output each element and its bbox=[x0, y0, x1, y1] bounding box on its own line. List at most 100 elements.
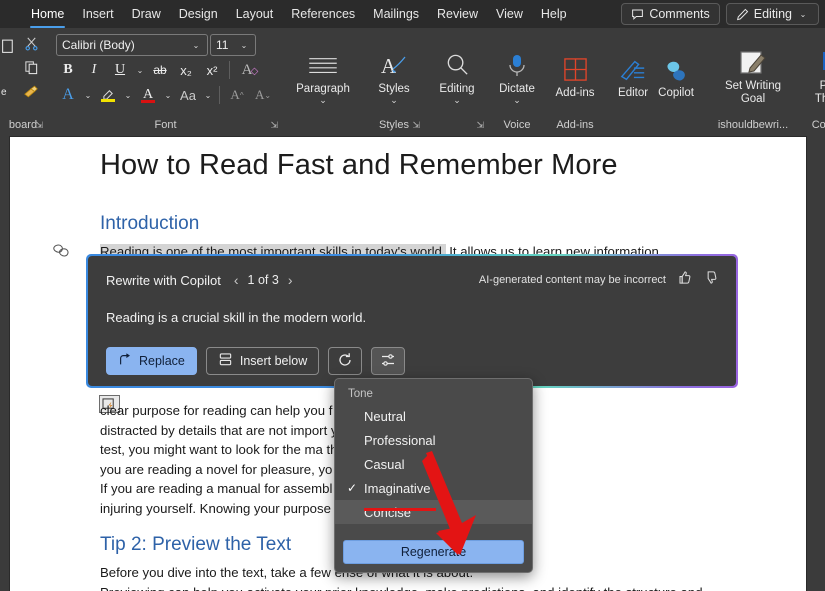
tab-design[interactable]: Design bbox=[170, 3, 227, 26]
strikethrough-button[interactable]: ab bbox=[148, 59, 172, 81]
insert-below-button[interactable]: Insert below bbox=[205, 347, 320, 375]
copilot-button[interactable]: Copilot bbox=[655, 49, 697, 100]
change-case-chevron-down-icon[interactable]: ⌄ bbox=[202, 91, 214, 100]
ribbon-group-power-thesaurus: Powe Thesau Comman bbox=[803, 28, 825, 133]
writing-goal-group-label: ishouldbewri... bbox=[717, 118, 789, 131]
tab-references[interactable]: References bbox=[282, 3, 364, 26]
thumbs-down-icon[interactable] bbox=[703, 270, 718, 290]
ribbon-group-editing: Editing ⌄ ⇲ bbox=[427, 28, 487, 133]
thumbs-up-icon[interactable] bbox=[677, 270, 692, 290]
text-effects-button[interactable]: A bbox=[56, 84, 80, 106]
ribbon-tab-strip: Home Insert Draw Design Layout Reference… bbox=[0, 0, 825, 28]
chevron-down-icon: ⌄ bbox=[453, 94, 461, 105]
comments-label: Comments bbox=[649, 7, 710, 21]
paste-button[interactable]: e bbox=[0, 32, 16, 98]
editing-mode-button[interactable]: Editing ⌄ bbox=[725, 3, 819, 25]
margin-copilot-icon[interactable] bbox=[51, 241, 70, 263]
replace-button[interactable]: Replace bbox=[106, 347, 197, 375]
styles-dialog-launcher[interactable]: ⇲ bbox=[412, 120, 420, 131]
text-effects-chevron-down-icon[interactable]: ⌄ bbox=[82, 91, 94, 100]
suggestion-pager: ‹ 1 of 3 › bbox=[234, 273, 293, 287]
tab-layout[interactable]: Layout bbox=[227, 3, 283, 26]
next-suggestion-icon[interactable]: › bbox=[288, 273, 293, 287]
word-window: Home Insert Draw Design Layout Reference… bbox=[0, 0, 825, 591]
paragraph-lines-icon bbox=[307, 49, 339, 83]
font-name-combobox[interactable]: Calibri (Body) ⌄ bbox=[56, 34, 208, 56]
chevron-down-icon: ⌄ bbox=[319, 94, 327, 105]
tab-view[interactable]: View bbox=[487, 3, 532, 26]
change-case-button[interactable]: Aa bbox=[176, 84, 200, 106]
dictate-button[interactable]: Dictate ⌄ bbox=[497, 45, 537, 104]
tone-option-label: Concise bbox=[364, 504, 411, 520]
addins-grid-icon bbox=[563, 53, 588, 87]
styles-label: Styles bbox=[378, 82, 410, 95]
power-thesaurus-label: Powe Thesau bbox=[814, 80, 825, 105]
ribbon-group-clipboard: e board ⇲ bbox=[0, 28, 46, 133]
highlight-chevron-down-icon[interactable]: ⌄ bbox=[122, 91, 134, 100]
previous-suggestion-icon[interactable]: ‹ bbox=[234, 273, 239, 287]
chevron-down-icon: ⌄ bbox=[799, 9, 807, 19]
microphone-icon bbox=[506, 49, 528, 83]
power-thesaurus-button[interactable]: Powe Thesau bbox=[809, 42, 825, 106]
superscript-button[interactable]: x² bbox=[200, 59, 224, 81]
divider bbox=[229, 61, 230, 79]
clipboard-dialog-launcher[interactable]: ⇲ bbox=[35, 120, 43, 131]
suggestion-counter: 1 of 3 bbox=[247, 273, 279, 287]
tone-settings-button[interactable] bbox=[371, 347, 406, 375]
tone-option-neutral[interactable]: Neutral bbox=[335, 404, 532, 428]
font-size-combobox[interactable]: 11 ⌄ bbox=[210, 34, 256, 56]
clear-formatting-button[interactable]: A ◇ bbox=[235, 59, 259, 81]
italic-button[interactable]: I bbox=[82, 59, 106, 81]
copilot-icon bbox=[661, 53, 691, 87]
cut-button[interactable] bbox=[19, 32, 43, 54]
editing-dialog-launcher[interactable]: ⇲ bbox=[476, 120, 484, 131]
comments-button[interactable]: Comments bbox=[621, 3, 720, 25]
underline-options-chevron-down-icon[interactable]: ⌄ bbox=[134, 66, 146, 75]
bold-button[interactable]: B bbox=[56, 59, 80, 81]
tab-review[interactable]: Review bbox=[428, 3, 487, 26]
copilot-card-actions: Replace Insert below bbox=[106, 347, 718, 375]
document-area[interactable]: How to Read Fast and Remember More Intro… bbox=[0, 133, 825, 591]
add-ins-label: Add-ins bbox=[555, 86, 595, 99]
tab-mailings[interactable]: Mailings bbox=[364, 3, 428, 26]
ribbon-group-font: Calibri (Body) ⌄ 11 ⌄ B I U ⌄ ab x₂ x² A… bbox=[50, 28, 281, 133]
format-painter-button[interactable] bbox=[19, 80, 43, 102]
tab-insert[interactable]: Insert bbox=[73, 3, 122, 26]
copy-button[interactable] bbox=[19, 56, 43, 78]
add-ins-button[interactable]: Add-ins bbox=[553, 49, 597, 100]
editor-button[interactable]: Editor bbox=[613, 49, 653, 100]
copilot-card-title: Rewrite with Copilot bbox=[106, 272, 221, 288]
chevron-down-icon: ⌄ bbox=[513, 94, 521, 105]
font-color-chevron-down-icon[interactable]: ⌄ bbox=[162, 91, 174, 100]
ai-disclaimer-text: AI-generated content may be incorrect bbox=[478, 274, 666, 286]
subscript-button[interactable]: x₂ bbox=[174, 59, 198, 81]
font-name-value: Calibri (Body) bbox=[62, 38, 135, 52]
tone-option-professional[interactable]: Professional bbox=[335, 428, 532, 452]
search-icon bbox=[444, 49, 471, 83]
tab-help[interactable]: Help bbox=[532, 3, 576, 26]
ribbon-group-writing-goal: Set Writing Goal ishouldbewri... bbox=[707, 28, 799, 133]
text-highlight-button[interactable] bbox=[96, 84, 120, 106]
titlebar-actions: Comments Editing ⌄ bbox=[621, 3, 825, 25]
tab-draw[interactable]: Draw bbox=[123, 3, 170, 26]
grow-font-button[interactable]: A ^ bbox=[225, 84, 249, 106]
tab-home[interactable]: Home bbox=[22, 3, 73, 28]
pencil-icon bbox=[736, 8, 749, 21]
set-writing-goal-button[interactable]: Set Writing Goal bbox=[713, 42, 793, 106]
underline-button[interactable]: U bbox=[108, 59, 132, 81]
paragraph-button[interactable]: Paragraph ⌄ bbox=[291, 45, 355, 104]
editing-button[interactable]: Editing ⌄ bbox=[433, 45, 481, 104]
font-dialog-launcher[interactable]: ⇲ bbox=[270, 120, 278, 131]
power-thesaurus-group-label: Comman bbox=[811, 118, 825, 131]
tab-review-label: Review bbox=[437, 6, 479, 21]
tab-layout-label: Layout bbox=[235, 6, 274, 21]
font-color-button[interactable]: A bbox=[136, 84, 160, 106]
document-title: How to Read Fast and Remember More bbox=[100, 149, 618, 181]
styles-button[interactable]: A Styles ⌄ bbox=[371, 45, 417, 105]
regenerate-icon-button[interactable] bbox=[328, 347, 363, 375]
voice-group-label: Voice bbox=[503, 118, 531, 131]
copilot-rewrite-card: Rewrite with Copilot ‹ 1 of 3 › AI-gener… bbox=[86, 254, 738, 388]
shrink-font-button[interactable]: A ⌄ bbox=[251, 84, 275, 106]
comment-icon bbox=[631, 8, 644, 21]
styles-group-label: Styles bbox=[379, 118, 409, 131]
